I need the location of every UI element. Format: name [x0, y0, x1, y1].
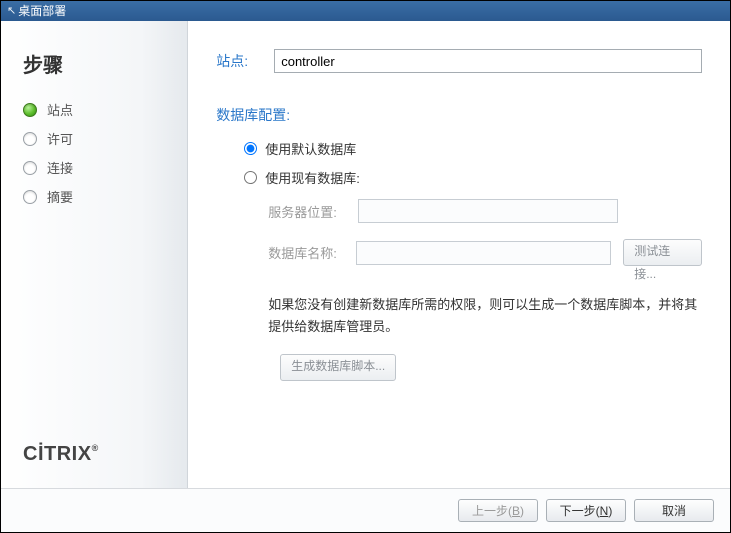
cursor-icon: ↖	[7, 1, 16, 21]
site-label: 站点:	[216, 51, 274, 71]
footer: 上一步(B) 下一步(N) 取消	[1, 488, 730, 532]
radio-existing-db[interactable]: 使用现有数据库:	[244, 168, 702, 187]
db-radio-group: 使用默认数据库 使用现有数据库:	[244, 139, 702, 187]
server-location-row: 服务器位置:	[268, 199, 702, 223]
step-label: 许可	[47, 129, 73, 148]
radio-existing-label: 使用现有数据库:	[265, 168, 360, 187]
server-location-label: 服务器位置:	[268, 202, 358, 221]
step-label: 站点	[47, 100, 73, 119]
step-bullet-icon	[23, 190, 37, 204]
wizard-window: ↖ 桌面部署 步骤 站点 许可 连接	[0, 0, 731, 533]
brand-area: CİTRIX®	[23, 443, 187, 466]
sidebar: 步骤 站点 许可 连接 摘要	[1, 21, 188, 488]
step-license: 许可	[23, 129, 187, 148]
test-connection-button: 测试连接...	[623, 239, 702, 266]
site-row: 站点:	[216, 49, 702, 73]
step-bullet-icon	[23, 132, 37, 146]
db-info-text: 如果您没有创建新数据库所需的权限，则可以生成一个数据库脚本，并将其提供给数据库管…	[268, 294, 702, 338]
generate-script-wrap: 生成数据库脚本...	[268, 354, 702, 381]
db-name-row: 数据库名称: 测试连接...	[268, 239, 702, 266]
db-config-title: 数据库配置:	[216, 105, 702, 125]
titlebar[interactable]: ↖ 桌面部署	[1, 1, 730, 21]
db-name-label: 数据库名称:	[268, 243, 356, 262]
step-summary: 摘要	[23, 187, 187, 206]
step-site: 站点	[23, 100, 187, 119]
server-location-input	[358, 199, 618, 223]
citrix-logo: CİTRIX®	[23, 443, 99, 465]
radio-default-input[interactable]	[244, 142, 257, 155]
window-title: 桌面部署	[18, 1, 66, 21]
radio-default-db[interactable]: 使用默认数据库	[244, 139, 702, 158]
db-fields: 服务器位置: 数据库名称: 测试连接...	[268, 199, 702, 266]
body-area: 步骤 站点 许可 连接 摘要	[1, 21, 730, 488]
steps-heading: 步骤	[23, 49, 187, 78]
step-label: 连接	[47, 158, 73, 177]
site-input[interactable]	[274, 49, 702, 73]
step-bullet-icon	[23, 161, 37, 175]
radio-default-label: 使用默认数据库	[265, 139, 356, 158]
next-button[interactable]: 下一步(N)	[546, 499, 626, 522]
step-connection: 连接	[23, 158, 187, 177]
step-bullet-active-icon	[23, 103, 37, 117]
radio-existing-input[interactable]	[244, 171, 257, 184]
cancel-button[interactable]: 取消	[634, 499, 714, 522]
main-content: 站点: 数据库配置: 使用默认数据库 使用现有数据库: 服务器位置:	[188, 21, 730, 488]
generate-script-button: 生成数据库脚本...	[280, 354, 396, 381]
step-label: 摘要	[47, 187, 73, 206]
db-name-input	[356, 241, 611, 265]
back-button: 上一步(B)	[458, 499, 538, 522]
step-list: 站点 许可 连接 摘要	[23, 100, 187, 206]
